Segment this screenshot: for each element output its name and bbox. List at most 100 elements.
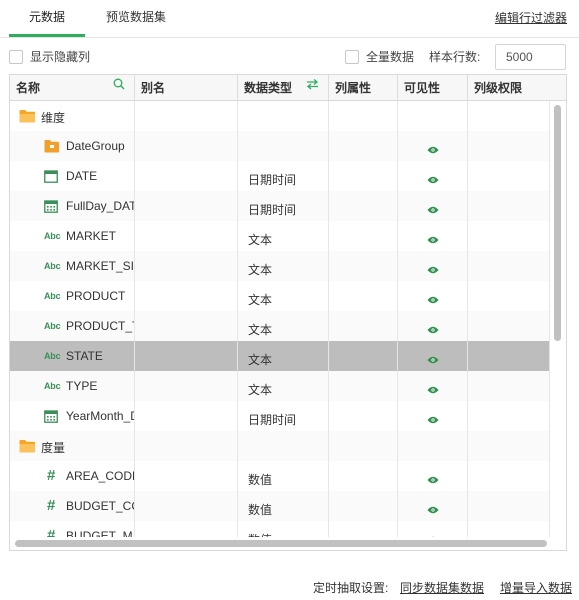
sync-dataset-link[interactable]: 同步数据集数据 <box>400 579 484 596</box>
visibility-cell[interactable] <box>398 311 468 341</box>
folder-icon <box>19 109 36 126</box>
name-cell[interactable]: Abc STATE <box>10 341 135 371</box>
table-row[interactable]: Abc PRODUCT_T 文本 <box>10 311 550 341</box>
eye-icon[interactable] <box>427 413 439 427</box>
eye-icon[interactable] <box>427 383 439 397</box>
group-row[interactable]: 度量 <box>10 431 550 461</box>
sync-dataset-link-text[interactable]: 同步数据集数据 <box>400 581 484 595</box>
table-row[interactable]: Abc STATE 文本 <box>10 341 550 371</box>
full-data-checkbox[interactable] <box>345 50 359 64</box>
hash-icon: # <box>47 467 56 484</box>
table-row[interactable]: Abc TYPE 文本 <box>10 371 550 401</box>
table-row[interactable]: FullDay_DAT 日期时间 <box>10 191 550 221</box>
eye-icon[interactable] <box>427 233 439 247</box>
eye-icon[interactable] <box>427 473 439 487</box>
eye-icon[interactable] <box>427 503 439 517</box>
table-row[interactable]: DATE 日期时间 <box>10 161 550 191</box>
name-cell[interactable]: DATE <box>10 161 135 191</box>
attribute-cell <box>329 371 398 401</box>
swap-icon[interactable] <box>306 75 319 101</box>
field-name: BUDGET_CC <box>66 499 135 513</box>
show-hidden-checkbox[interactable] <box>9 50 23 64</box>
column-header-visibility[interactable]: 可见性 <box>398 75 468 101</box>
table-row[interactable]: Abc PRODUCT 文本 <box>10 281 550 311</box>
name-cell[interactable]: # BUDGET_MA <box>10 521 135 537</box>
table-row[interactable]: Abc MARKET_SI 文本 <box>10 251 550 281</box>
permission-cell <box>468 191 550 221</box>
visibility-cell[interactable] <box>398 401 468 431</box>
abc-icon: Abc <box>44 321 61 331</box>
alias-cell <box>135 131 238 161</box>
alias-cell <box>135 491 238 521</box>
visibility-cell[interactable] <box>398 191 468 221</box>
eye-icon[interactable] <box>427 353 439 367</box>
visibility-cell[interactable] <box>398 521 468 537</box>
column-header-attribute[interactable]: 列属性 <box>329 75 398 101</box>
visibility-cell[interactable] <box>398 101 468 131</box>
alias-cell <box>135 431 238 461</box>
eye-icon[interactable] <box>427 203 439 217</box>
visibility-cell[interactable] <box>398 161 468 191</box>
tab-bar: 元数据 预览数据集 编辑行过滤器 <box>0 0 579 38</box>
visibility-cell[interactable] <box>398 341 468 371</box>
show-hidden-label: 显示隐藏列 <box>30 50 91 64</box>
show-hidden-columns-option[interactable]: 显示隐藏列 <box>9 49 90 65</box>
eye-icon[interactable] <box>427 263 439 277</box>
visibility-cell[interactable] <box>398 221 468 251</box>
search-icon[interactable] <box>113 75 125 101</box>
column-header-alias[interactable]: 别名 <box>135 75 238 101</box>
column-header-permission[interactable]: 列级权限 <box>468 75 566 101</box>
visibility-cell[interactable] <box>398 131 468 161</box>
name-cell[interactable]: Abc MARKET_SI <box>10 251 135 281</box>
field-name: MARKET <box>66 229 117 243</box>
table-row[interactable]: DateGroup <box>10 131 550 161</box>
incremental-import-link[interactable]: 增量导入数据 <box>500 579 572 596</box>
table-row[interactable]: YearMonth_D 日期时间 <box>10 401 550 431</box>
eye-icon[interactable] <box>427 143 439 157</box>
vertical-scrollbar-thumb[interactable] <box>554 105 561 341</box>
attribute-cell <box>329 101 398 131</box>
name-cell[interactable]: 维度 <box>10 101 135 131</box>
visibility-cell[interactable] <box>398 281 468 311</box>
name-cell[interactable]: YearMonth_D <box>10 401 135 431</box>
name-cell[interactable]: Abc PRODUCT_T <box>10 311 135 341</box>
tab-metadata[interactable]: 元数据 <box>9 0 85 37</box>
table-row[interactable]: Abc MARKET 文本 <box>10 221 550 251</box>
field-name: FullDay_DAT <box>66 199 135 213</box>
sample-rows-input[interactable] <box>495 44 566 70</box>
name-cell[interactable]: # BUDGET_CC <box>10 491 135 521</box>
visibility-cell[interactable] <box>398 461 468 491</box>
active-tab-indicator <box>9 34 85 37</box>
table-row[interactable]: # BUDGET_CC 数值 <box>10 491 550 521</box>
visibility-cell[interactable] <box>398 491 468 521</box>
tab-preview-dataset[interactable]: 预览数据集 <box>96 0 176 37</box>
table-row[interactable]: # BUDGET_MA 数值 <box>10 521 550 537</box>
alias-cell <box>135 251 238 281</box>
grid-header: 名称 别名 数据类型 列属性 可见性 列级权限 <box>10 75 566 101</box>
visibility-cell[interactable] <box>398 251 468 281</box>
full-data-option[interactable]: 全量数据 <box>345 49 414 65</box>
name-cell[interactable]: Abc TYPE <box>10 371 135 401</box>
name-cell[interactable]: 度量 <box>10 431 135 461</box>
sample-rows-label: 样本行数: <box>429 50 481 64</box>
visibility-cell[interactable] <box>398 371 468 401</box>
name-cell[interactable]: # AREA_CODE <box>10 461 135 491</box>
edit-row-filter-link[interactable]: 编辑行过滤器 <box>495 9 567 26</box>
incremental-import-link-text[interactable]: 增量导入数据 <box>500 581 572 595</box>
datatype-value: 日期时间 <box>248 173 297 187</box>
table-row[interactable]: # AREA_CODE 数值 <box>10 461 550 491</box>
calendar-icon <box>44 169 58 186</box>
name-cell[interactable]: FullDay_DAT <box>10 191 135 221</box>
alias-cell <box>135 461 238 491</box>
name-cell[interactable]: Abc MARKET <box>10 221 135 251</box>
visibility-cell[interactable] <box>398 431 468 461</box>
eye-icon[interactable] <box>427 293 439 307</box>
attribute-cell <box>329 401 398 431</box>
group-row[interactable]: 维度 <box>10 101 550 131</box>
name-cell[interactable]: DateGroup <box>10 131 135 161</box>
field-name: AREA_CODE <box>66 469 135 483</box>
horizontal-scrollbar-thumb[interactable] <box>15 540 547 547</box>
name-cell[interactable]: Abc PRODUCT <box>10 281 135 311</box>
eye-icon[interactable] <box>427 173 439 187</box>
eye-icon[interactable] <box>427 323 439 337</box>
